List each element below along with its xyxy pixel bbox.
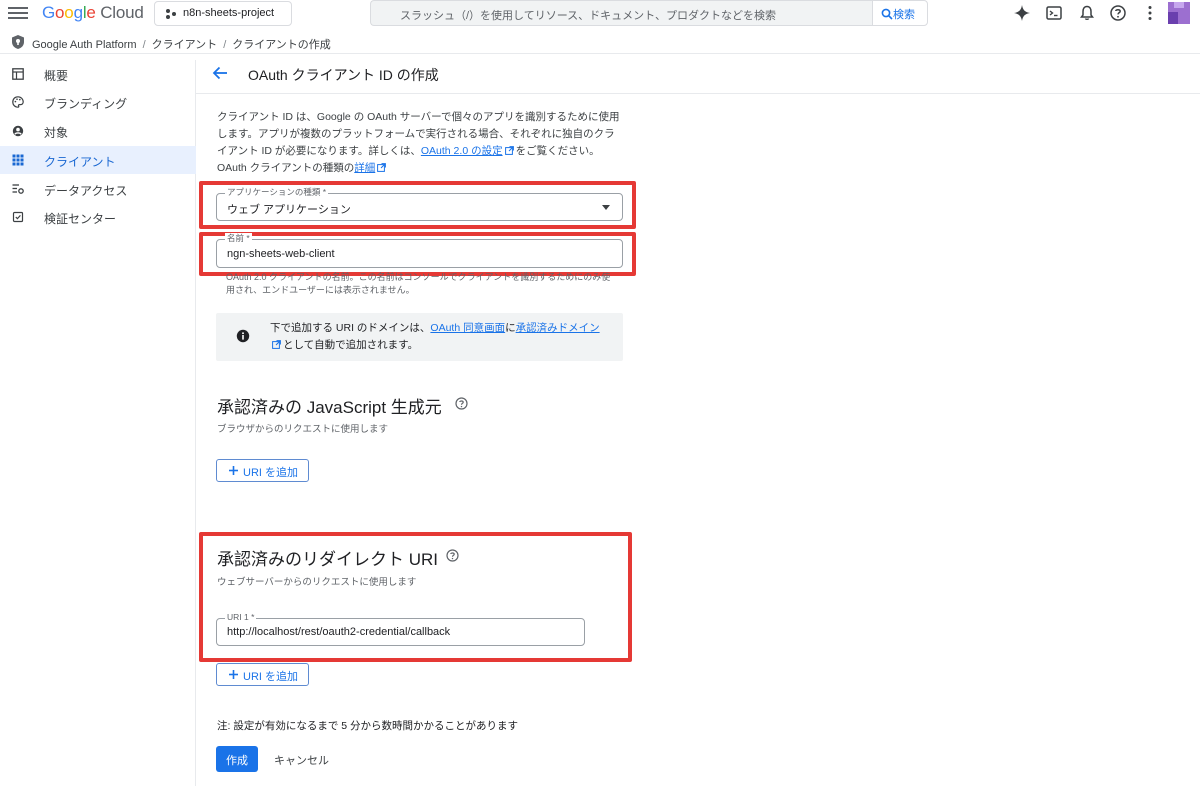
palette-icon [12,96,24,108]
external-link-icon [504,146,514,155]
breadcrumb-item-clients[interactable]: クライアント [152,39,218,51]
add-redirect-uri-button[interactable]: URI を追加 [216,663,309,686]
settings-list-icon [12,184,24,194]
project-icon [166,9,176,19]
application-type-label: アプリケーションの種類 * [225,187,329,198]
redirect-uris-subtitle: ウェブサーバーからのリクエストに使用します [217,577,417,588]
name-hint: OAuth 2.0 クライアントの名前。この名前はコンソールでクライアントを識別… [226,272,611,295]
search-button[interactable]: 検索 [872,0,928,26]
info-icon [236,329,250,343]
intro-description: クライアント ID は、Google の OAuth サーバーで個々のアプリを識… [217,111,620,174]
sidebar-item-data-access[interactable]: データアクセス [0,175,196,203]
project-name: n8n-sheets-project [183,7,275,19]
help-icon[interactable] [455,397,468,410]
menu-icon[interactable] [8,4,28,22]
settings-delay-note: 注: 設定が有効になるまで 5 分から数時間かかることがあります [217,720,519,732]
google-cloud-logo[interactable]: Google Cloud [42,3,144,23]
sidebar-item-branding[interactable]: ブランディング [0,88,196,116]
info-box: 下で追加する URI のドメインは、OAuth 同意画面に承認済みドメインとして… [216,313,623,361]
sidebar-item-clients[interactable]: クライアント [0,146,196,174]
breadcrumb-item-create-client: クライアントの作成 [232,39,331,51]
help-icon[interactable] [446,549,459,562]
breadcrumb-item-auth-platform[interactable]: Google Auth Platform [32,39,137,51]
name-field[interactable]: 名前 * ngn-sheets-web-client [216,233,623,268]
grid-icon [12,154,24,166]
redirect-uri-1-label: URI 1 * [225,612,257,623]
name-value: ngn-sheets-web-client [227,248,335,260]
back-arrow-icon[interactable] [212,66,228,80]
cancel-button[interactable]: キャンセル [266,746,336,772]
dropdown-arrow-icon [602,205,610,210]
sidebar-item-audience[interactable]: 対象 [0,117,196,145]
sidebar-item-overview[interactable]: 概要 [0,60,196,88]
avatar[interactable] [1168,2,1190,24]
oauth-consent-screen-link[interactable]: OAuth 同意画面 [430,322,505,334]
page-title: OAuth クライアント ID の作成 [248,67,439,83]
plus-icon [229,670,238,679]
top-bar: Google Cloud n8n-sheets-project スラッシュ（/）… [0,0,1200,28]
shield-icon [12,35,24,49]
create-button[interactable]: 作成 [216,746,258,772]
name-label: 名前 * [225,233,252,244]
client-types-details-link[interactable]: 詳細 [354,162,375,174]
sidebar: 概要 ブランディング 対象 クライアント データアクセス 検証センター [0,60,196,786]
bell-icon[interactable] [1078,4,1096,22]
breadcrumb: Google Auth Platform / クライアント / クライアントの作成 [0,30,1200,54]
search-input[interactable]: スラッシュ（/）を使用してリソース、ドキュメント、プロダクトなどを検索 [370,0,872,26]
more-vert-icon[interactable] [1141,4,1159,22]
redirect-uri-1-value: http://localhost/rest/oauth2-credential/… [227,626,451,638]
application-type-value: ウェブ アプリケーション [227,204,351,216]
terminal-icon[interactable] [1045,4,1063,22]
external-link-icon [377,163,387,172]
authorized-domains-link[interactable]: 承認済みドメイン [516,322,600,334]
js-origins-subtitle: ブラウザからのリクエストに使用します [217,424,389,435]
person-icon [12,125,24,137]
external-link-icon [272,340,281,349]
js-origins-title: 承認済みの JavaScript 生成元 [217,398,442,417]
sidebar-item-verification-center[interactable]: 検証センター [0,203,196,231]
search-icon [881,8,893,20]
redirect-uris-title: 承認済みのリダイレクト URI [217,550,438,569]
redirect-uri-1-input[interactable]: URI 1 * http://localhost/rest/oauth2-cre… [216,612,585,646]
oauth-settings-link[interactable]: OAuth 2.0 の設定 [421,145,503,157]
help-icon[interactable] [1109,4,1127,22]
project-selector-button[interactable]: n8n-sheets-project [154,1,292,26]
page-header: OAuth クライアント ID の作成 [196,54,1200,94]
gemini-icon[interactable] [1013,4,1031,22]
plus-icon [229,466,238,475]
verified-icon [12,211,24,223]
add-js-origin-uri-button[interactable]: URI を追加 [216,459,309,482]
dashboard-icon [12,68,24,80]
application-type-select[interactable]: アプリケーションの種類 * ウェブ アプリケーション [216,187,623,221]
